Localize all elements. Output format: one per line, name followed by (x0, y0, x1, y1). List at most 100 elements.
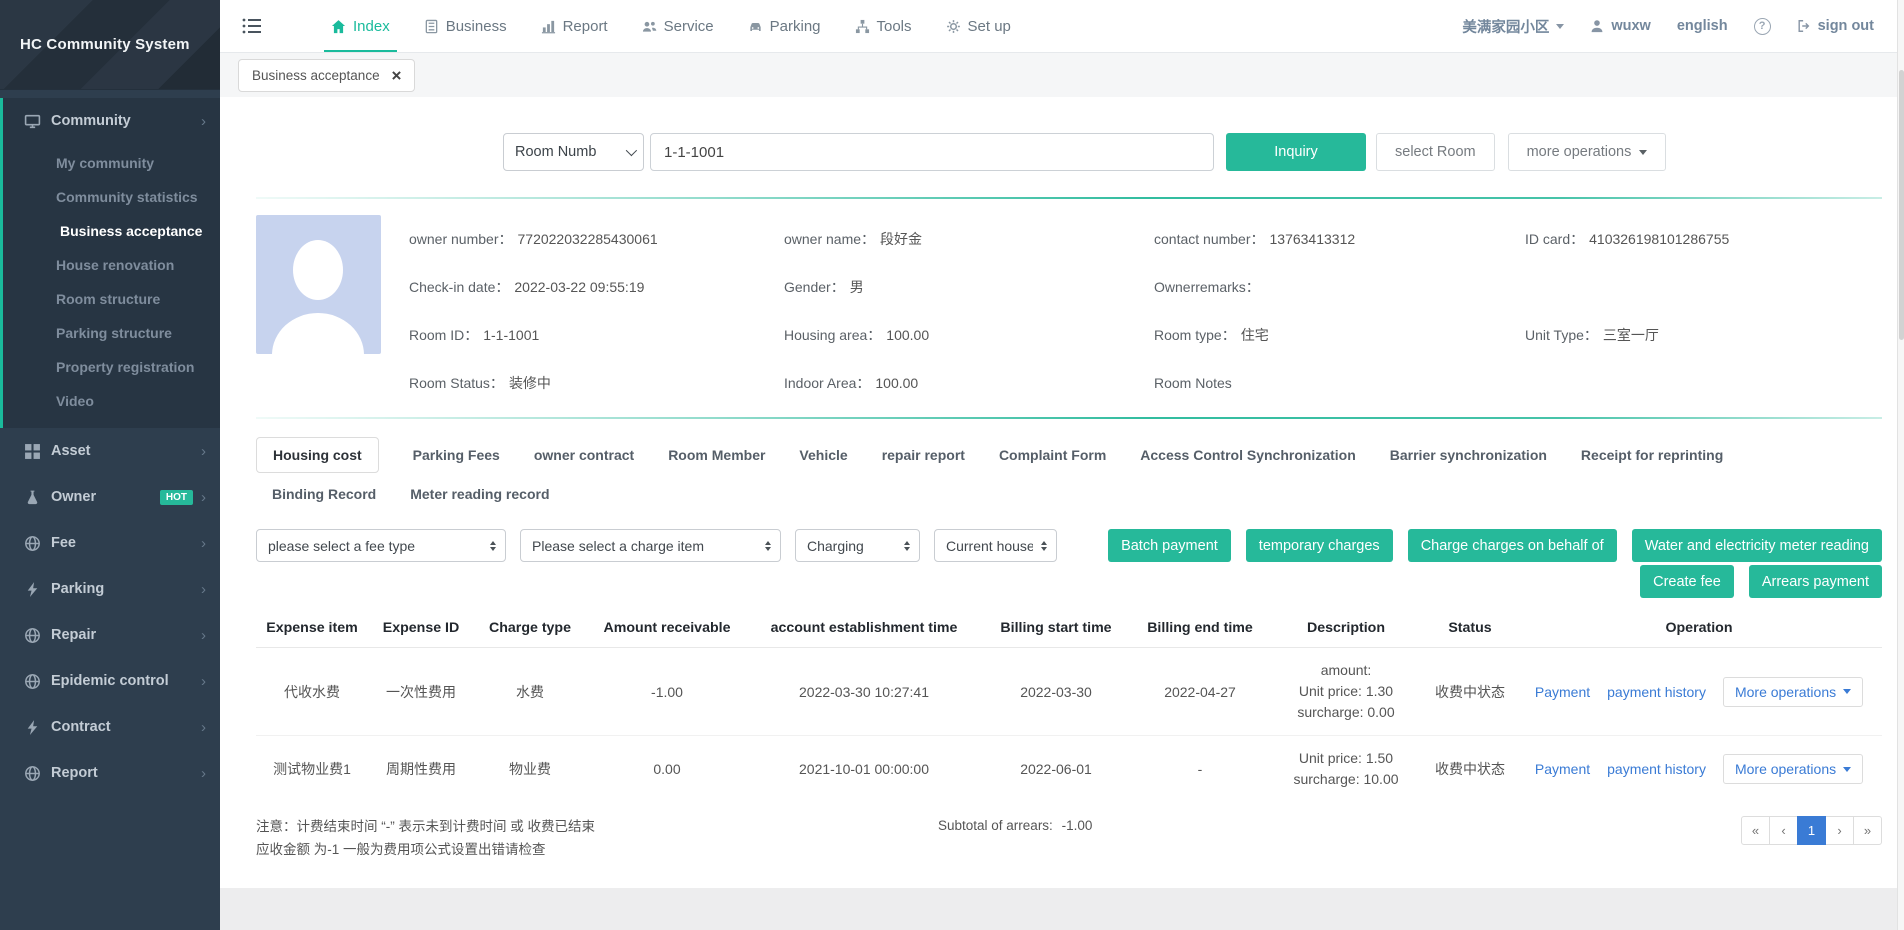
batch-payment-button[interactable]: Batch payment (1108, 529, 1231, 562)
pagination-first[interactable]: « (1741, 816, 1770, 845)
fee-type-select[interactable]: please select a fee type (256, 529, 506, 562)
sidebar-section-fee[interactable]: Fee (0, 520, 220, 566)
sidebar-section-community-header[interactable]: Community (3, 98, 220, 144)
field-value: 三室一厅 (1603, 327, 1659, 343)
pagination-prev[interactable]: ‹ (1769, 816, 1798, 845)
tab-owner-contract[interactable]: owner contract (534, 438, 634, 472)
cell-expense-id: 一次性费用 (368, 648, 474, 736)
arrears-payment-button[interactable]: Arrears payment (1749, 565, 1882, 598)
tab-complaint-form[interactable]: Complaint Form (999, 438, 1106, 472)
sidebar-section-label: Report (51, 765, 98, 781)
select-room-button[interactable]: select Room (1376, 133, 1495, 171)
sidebar-section-asset[interactable]: Asset (0, 428, 220, 474)
tab-room-member[interactable]: Room Member (668, 438, 765, 472)
tab-parking-fees[interactable]: Parking Fees (413, 438, 500, 472)
more-operations-dropdown[interactable]: more operations (1508, 133, 1667, 171)
nav-index[interactable]: Index (314, 0, 407, 52)
col-amount-receivable: Amount receivable (586, 614, 748, 648)
field-label: Indoor Area： (784, 375, 870, 391)
sidebar-item-business-acceptance[interactable]: Business acceptance (3, 214, 220, 248)
charge-on-behalf-button[interactable]: Charge charges on behalf of (1408, 529, 1617, 562)
table-row: 代收水费 一次性费用 水费 -1.00 2022-03-30 10:27:41 … (256, 648, 1882, 736)
tab-repair-report[interactable]: repair report (882, 438, 965, 472)
owner-info-section: owner number：772022032285430061 owner na… (256, 215, 1882, 407)
sidebar-item-video[interactable]: Video (3, 384, 220, 418)
scrollbar[interactable] (1897, 0, 1904, 930)
sidebar-section-contract[interactable]: Contract (0, 704, 220, 750)
room-number-input[interactable] (650, 133, 1214, 171)
tab-housing-cost[interactable]: Housing cost (256, 437, 379, 473)
payment-link[interactable]: Payment (1535, 761, 1590, 777)
tab-business-acceptance[interactable]: Business acceptance (238, 59, 415, 92)
close-icon[interactable] (392, 71, 401, 80)
globe-icon (24, 627, 41, 644)
help-icon[interactable]: ? (1754, 18, 1771, 35)
tab-receipt-reprinting[interactable]: Receipt for reprinting (1581, 438, 1723, 472)
create-fee-button[interactable]: Create fee (1640, 565, 1734, 598)
nav-report[interactable]: Report (524, 0, 625, 52)
sidebar-item-room-structure[interactable]: Room structure (3, 282, 220, 316)
sidebar-item-house-renovation[interactable]: House renovation (3, 248, 220, 282)
inquiry-button[interactable]: Inquiry (1226, 133, 1366, 171)
sidebar-section-repair[interactable]: Repair (0, 612, 220, 658)
nav-business[interactable]: Business (407, 0, 524, 52)
signout-button[interactable]: sign out (1797, 18, 1874, 34)
meter-reading-button[interactable]: Water and electricity meter reading (1632, 529, 1882, 562)
col-description: Description (1268, 614, 1424, 648)
table-footer: 注意：计费结束时间 “-” 表示未到计费时间 或 收费已结束 应收金额 为-1 … (256, 816, 1882, 862)
nav-parking[interactable]: Parking (731, 0, 838, 52)
tab-barrier-sync[interactable]: Barrier synchronization (1390, 438, 1547, 472)
field-label: Room Status： (409, 375, 504, 391)
payment-history-link[interactable]: payment history (1607, 684, 1706, 700)
app-logo: HC Community System (0, 0, 220, 90)
menu-toggle-icon[interactable] (242, 0, 268, 52)
updown-caret-icon (1041, 541, 1047, 551)
main-nav: Index Business Report Service Parking To… (314, 0, 1028, 52)
sidebar-item-property-registration[interactable]: Property registration (3, 350, 220, 384)
user-menu[interactable]: wuxw (1590, 18, 1650, 34)
sidebar-section-report[interactable]: Report (0, 750, 220, 796)
sidebar-item-community-statistics[interactable]: Community statistics (3, 180, 220, 214)
tab-access-control-sync[interactable]: Access Control Synchronization (1140, 438, 1355, 472)
house-select[interactable]: Current house (934, 529, 1057, 562)
col-billing-end-time: Billing end time (1132, 614, 1268, 648)
chevron-down-icon (626, 145, 637, 156)
nav-setup[interactable]: Set up (929, 0, 1028, 52)
charging-select[interactable]: Charging (795, 529, 920, 562)
divider (256, 417, 1882, 419)
table-row: 测试物业费1 周期性费用 物业费 0.00 2021-10-01 00:00:0… (256, 736, 1882, 803)
temporary-charges-button[interactable]: temporary charges (1246, 529, 1393, 562)
more-operations-button[interactable]: More operations (1723, 677, 1863, 707)
community-selector[interactable]: 美满家园小区 (1462, 16, 1564, 37)
payment-history-link[interactable]: payment history (1607, 761, 1706, 777)
nav-service[interactable]: Service (625, 0, 731, 52)
business-icon (424, 19, 439, 34)
pagination: « ‹ 1 › » (1741, 816, 1882, 845)
nav-label: Business (446, 18, 507, 35)
sidebar-section-parking[interactable]: Parking (0, 566, 220, 612)
tab-binding-record[interactable]: Binding Record (272, 477, 376, 511)
scrollbar-thumb[interactable] (1899, 70, 1904, 340)
sidebar-section-owner[interactable]: Owner HOT (0, 474, 220, 520)
pagination-last[interactable]: » (1853, 816, 1882, 845)
pagination-next[interactable]: › (1825, 816, 1854, 845)
more-operations-button[interactable]: More operations (1723, 754, 1863, 784)
payment-link[interactable]: Payment (1535, 684, 1590, 700)
nav-label: Service (664, 18, 714, 35)
tab-meter-reading-record[interactable]: Meter reading record (410, 477, 549, 511)
caret-down-icon (1639, 150, 1647, 155)
sidebar-item-my-community[interactable]: My community (3, 146, 220, 180)
sidebar-item-parking-structure[interactable]: Parking structure (3, 316, 220, 350)
tab-vehicle[interactable]: Vehicle (799, 438, 847, 472)
charge-item-select[interactable]: Please select a charge item (520, 529, 781, 562)
sidebar-section-label: Fee (51, 535, 76, 551)
pagination-page-1[interactable]: 1 (1797, 816, 1826, 845)
sidebar-section-community: Community My community Community statist… (0, 98, 220, 428)
service-icon (642, 19, 657, 34)
sidebar-section-epidemic-control[interactable]: Epidemic control (0, 658, 220, 704)
search-field-select[interactable]: Room Numb (503, 133, 644, 171)
cell-description: Unit price: 1.50 surcharge: 10.00 (1268, 736, 1424, 803)
language-switch[interactable]: english (1677, 18, 1728, 34)
nav-tools[interactable]: Tools (838, 0, 929, 52)
home-icon (331, 19, 346, 34)
